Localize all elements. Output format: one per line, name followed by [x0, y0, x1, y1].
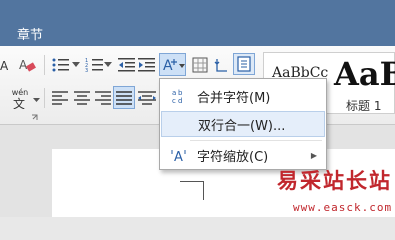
- chinese-layout-menu: abcd 合并字符(M) 双行合一(W)... A 字符缩放(C) ▶: [159, 78, 327, 170]
- menu-item-label: 双行合一(W)...: [198, 118, 286, 134]
- svg-text:A: A: [0, 59, 9, 72]
- text-box-button[interactable]: [233, 53, 255, 75]
- svg-text:文: 文: [13, 97, 25, 109]
- chinese-layout-icon: A: [161, 55, 179, 75]
- combine-characters-icon: abcd: [171, 88, 187, 104]
- style-name-heading1: 标题 1: [346, 99, 382, 113]
- numbered-list-icon[interactable]: 123: [84, 55, 106, 75]
- phonetic-guide-icon: 文: [13, 97, 25, 109]
- phonetic-guide-button[interactable]: wén 文: [8, 88, 32, 110]
- menu-item-two-lines-in-one[interactable]: 双行合一(W)...: [161, 111, 325, 137]
- show-hide-marks-icon[interactable]: [213, 55, 231, 75]
- toolbar-divider: [44, 55, 45, 75]
- margin-marker: [203, 181, 204, 200]
- decrease-indent-icon[interactable]: [117, 55, 137, 75]
- svg-text:A: A: [19, 58, 28, 72]
- tab-section[interactable]: 章节: [17, 24, 43, 43]
- svg-text:A: A: [163, 58, 173, 74]
- svg-text:a: a: [172, 89, 176, 97]
- watermark-url: www.easck.com: [293, 201, 393, 214]
- bullet-list-icon[interactable]: [50, 55, 72, 75]
- justify-icon: [116, 90, 132, 105]
- svg-text:A: A: [174, 150, 183, 163]
- menu-item-label: 字符缩放(C): [197, 149, 269, 165]
- text-box-icon: [237, 56, 251, 72]
- dialog-launcher-icon[interactable]: [30, 113, 38, 121]
- align-left-icon[interactable]: [50, 88, 70, 108]
- chevron-down-icon: [179, 62, 185, 70]
- toolbar-divider: [44, 88, 45, 108]
- svg-text:d: d: [178, 97, 182, 104]
- svg-text:b: b: [178, 89, 183, 97]
- char-scale-icon: A: [171, 147, 187, 163]
- submenu-arrow-icon: ▶: [310, 150, 317, 160]
- margin-marker: [180, 181, 203, 182]
- phonetic-guide-label: wén: [11, 88, 29, 97]
- align-center-icon[interactable]: [72, 88, 92, 108]
- menu-item-label: 合并字符(M): [197, 90, 271, 106]
- menu-item-combine-characters[interactable]: abcd 合并字符(M): [161, 83, 325, 109]
- font-shrink-icon[interactable]: A: [0, 55, 12, 75]
- menu-separator: [190, 140, 322, 141]
- chevron-down-icon[interactable]: [104, 60, 112, 70]
- table-borders-icon[interactable]: [191, 55, 209, 75]
- svg-text:3: 3: [85, 68, 88, 73]
- title-bar: 章节: [0, 0, 395, 46]
- justify-button[interactable]: [113, 86, 135, 109]
- chevron-down-icon[interactable]: [32, 95, 40, 105]
- increase-indent-icon[interactable]: [137, 55, 157, 75]
- align-right-icon[interactable]: [93, 88, 113, 108]
- clear-format-icon[interactable]: A: [17, 55, 37, 75]
- style-sample-heading[interactable]: AaB: [334, 55, 395, 93]
- svg-text:c: c: [172, 97, 176, 104]
- chevron-down-icon[interactable]: [72, 60, 80, 70]
- distributed-align-icon[interactable]: [137, 88, 157, 108]
- watermark-text: 易采站长站: [277, 168, 392, 193]
